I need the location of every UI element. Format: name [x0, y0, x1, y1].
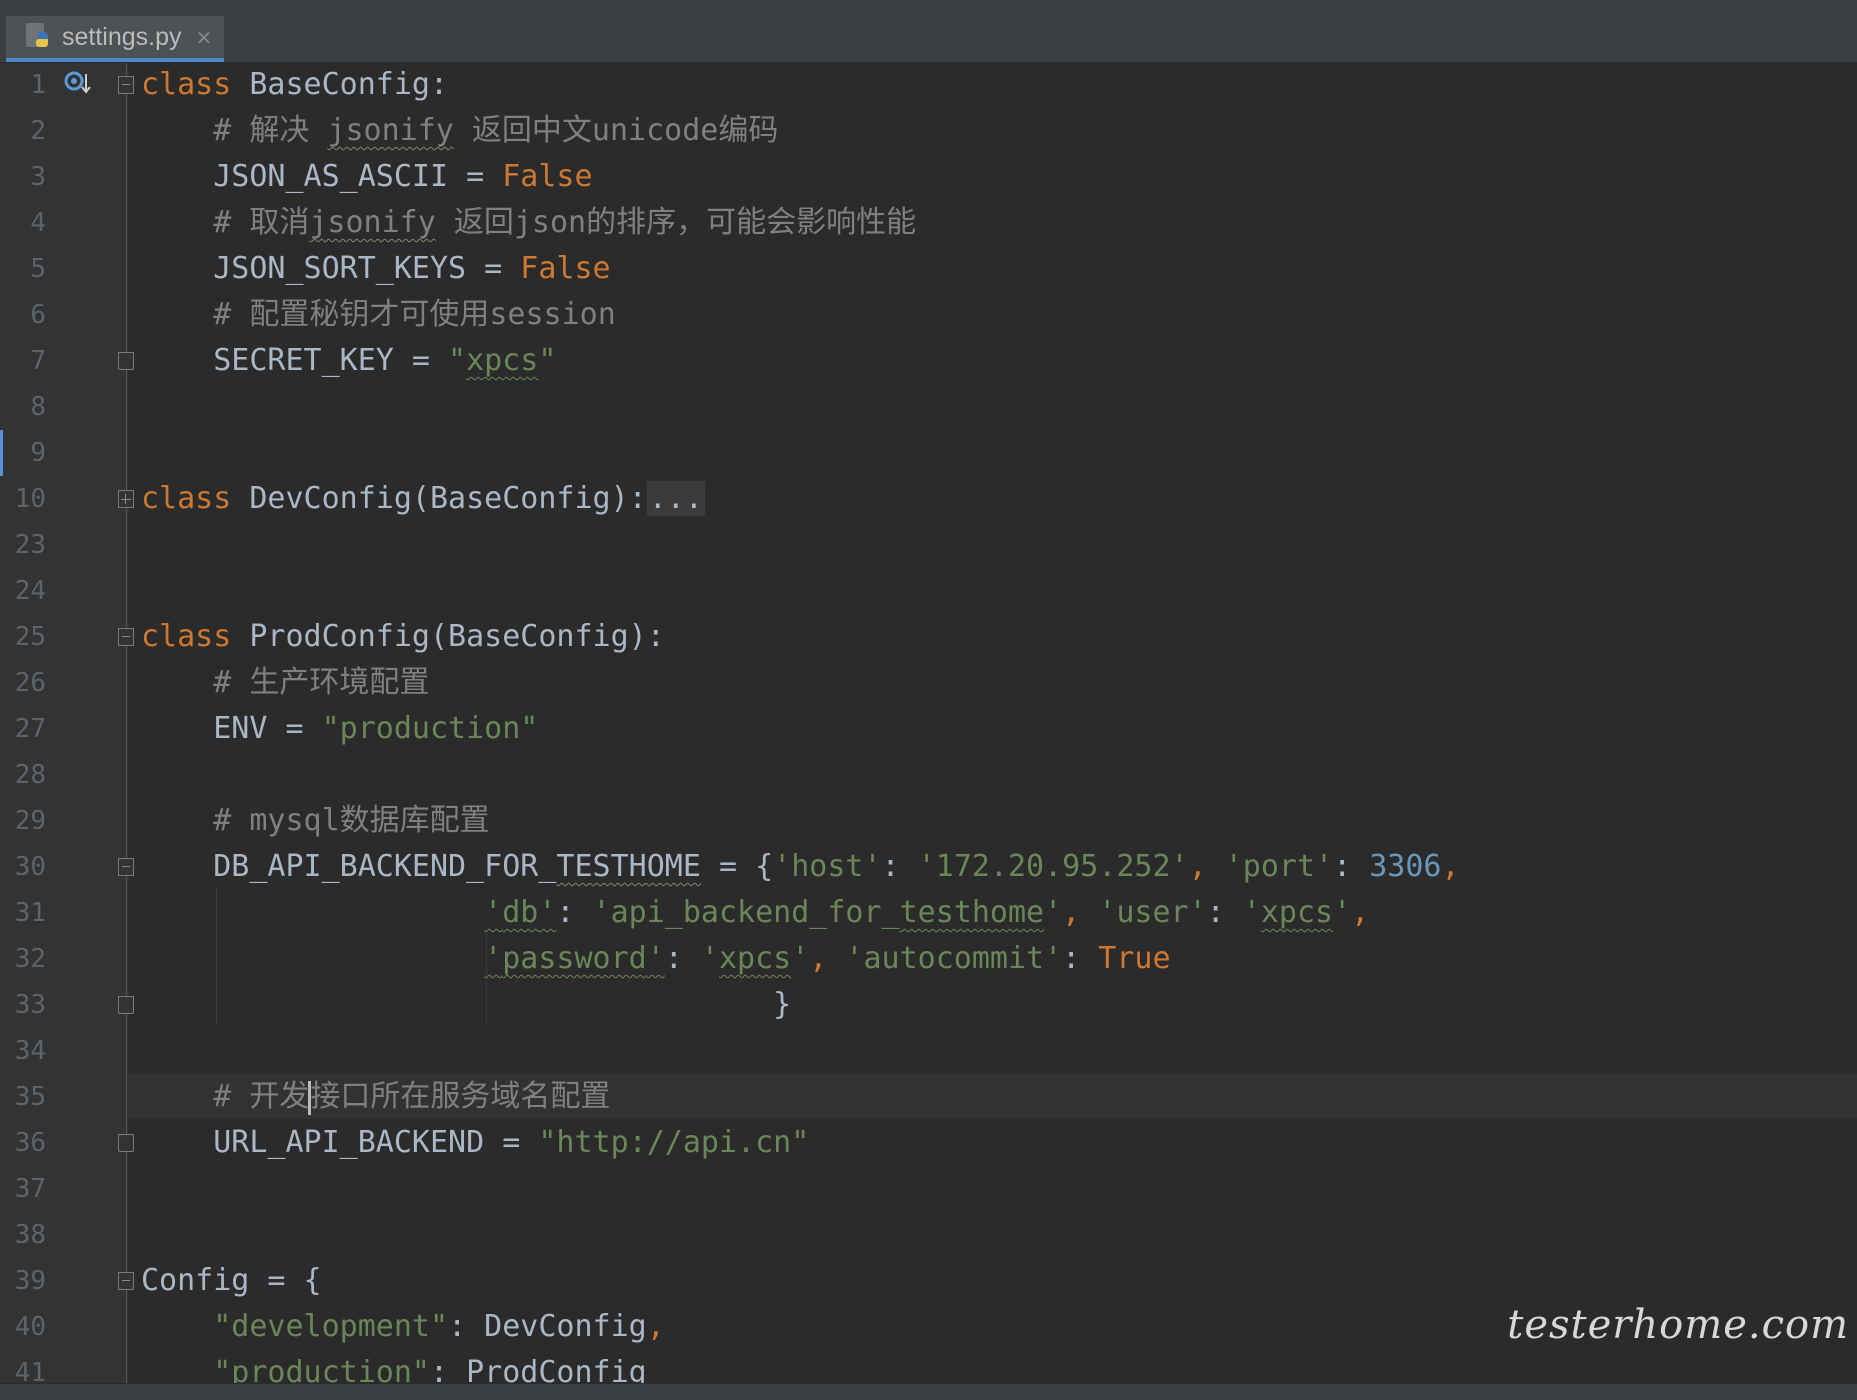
fold-end-icon[interactable] [118, 352, 134, 370]
line-number: 10 [14, 484, 46, 514]
line-number: 33 [14, 990, 46, 1020]
code-line: 23 [0, 522, 1857, 568]
code-line: 31 'db': 'api_backend_for_testhome', 'us… [0, 890, 1857, 936]
code-text: SECRET_KEY = "xpcs" [141, 343, 557, 378]
line-number: 31 [14, 898, 46, 928]
line-number: 35 [14, 1082, 46, 1112]
code-line: 3 JSON_AS_ASCII = False [0, 154, 1857, 200]
line-number: 3 [30, 162, 46, 192]
code-text: class BaseConfig: [141, 67, 449, 102]
code-line: 29 # mysql数据库配置 [0, 798, 1857, 844]
code-line: 39 Config = { [0, 1258, 1857, 1304]
code-text: 'db': 'api_backend_for_testhome', 'user'… [484, 895, 1370, 930]
code-line: 30 DB_API_BACKEND_FOR_TESTHOME = {'host'… [0, 844, 1857, 890]
code-line: 33 } [0, 982, 1857, 1028]
comment: # mysql数据库配置 [141, 803, 490, 838]
code-text: DB_API_BACKEND_FOR_TESTHOME = {'host': '… [141, 849, 1460, 884]
line-number: 8 [30, 392, 46, 422]
code-text: Config = { [141, 1263, 322, 1298]
code-line: 37 [0, 1166, 1857, 1212]
code-text: "development": DevConfig, [213, 1309, 665, 1344]
code-text: "production": ProdConfig [213, 1355, 647, 1383]
code-text: ENV = "production" [141, 711, 539, 746]
line-number: 39 [14, 1266, 46, 1296]
fold-toggle-icon[interactable] [118, 76, 134, 94]
line-number: 27 [14, 714, 46, 744]
line-number: 7 [30, 346, 46, 376]
override-method-icon[interactable] [64, 70, 92, 100]
code-line: 7 SECRET_KEY = "xpcs" [0, 338, 1857, 384]
code-text: 'password': 'xpcs', 'autocommit': True [484, 941, 1171, 976]
fold-end-icon[interactable] [118, 996, 134, 1014]
line-number: 6 [30, 300, 46, 330]
line-number: 34 [14, 1036, 46, 1066]
comment: # 开发接口所在服务域名配置 [141, 1079, 611, 1115]
line-number: 24 [14, 576, 46, 606]
close-icon[interactable]: × [196, 25, 213, 49]
expand-fold-icon[interactable] [118, 490, 134, 508]
code-line: 25 class ProdConfig(BaseConfig): [0, 614, 1857, 660]
code-line: 24 [0, 568, 1857, 614]
folded-region[interactable]: ... [646, 481, 705, 516]
line-number: 36 [14, 1128, 46, 1158]
code-text: JSON_AS_ASCII = False [141, 159, 593, 194]
code-line: 8 [0, 384, 1857, 430]
fold-toggle-icon[interactable] [118, 858, 134, 876]
code-text: } [141, 987, 792, 1022]
code-line: 1 class BaseConfig: [0, 62, 1857, 108]
comment: # 生产环境配置 [141, 665, 430, 700]
line-number: 37 [14, 1174, 46, 1204]
line-number: 1 [30, 70, 46, 100]
python-file-icon [24, 22, 54, 52]
fold-toggle-icon[interactable] [118, 628, 134, 646]
line-number: 4 [30, 208, 46, 238]
bottom-strip [0, 1383, 1857, 1400]
tab-settings-py[interactable]: settings.py × [6, 16, 224, 62]
code-line: 27 ENV = "production" [0, 706, 1857, 752]
line-number: 40 [14, 1312, 46, 1342]
line-number: 2 [30, 116, 46, 146]
code-line: 36 URL_API_BACKEND = "http://api.cn" [0, 1120, 1857, 1166]
fold-end-icon[interactable] [118, 1134, 134, 1152]
line-number: 26 [14, 668, 46, 698]
comment: # 解决 jsonify 返回中文unicode编码 [141, 113, 779, 148]
code-line: 4 # 取消jsonify 返回json的排序，可能会影响性能 [0, 200, 1857, 246]
line-number: 5 [30, 254, 46, 284]
code-line: 6 # 配置秘钥才可使用session [0, 292, 1857, 338]
code-line: 5 JSON_SORT_KEYS = False [0, 246, 1857, 292]
code-text: URL_API_BACKEND = "http://api.cn" [141, 1125, 810, 1160]
code-line: 9 [0, 430, 1857, 476]
code-line: 35 # 开发接口所在服务域名配置 [0, 1074, 1857, 1120]
code-line: 28 [0, 752, 1857, 798]
code-line: 38 [0, 1212, 1857, 1258]
tab-label: settings.py [62, 22, 182, 51]
editor-tab-bar: settings.py × [0, 12, 1857, 63]
code-line: 2 # 解决 jsonify 返回中文unicode编码 [0, 108, 1857, 154]
code-line: 26 # 生产环境配置 [0, 660, 1857, 706]
line-number: 23 [14, 530, 46, 560]
line-number: 32 [14, 944, 46, 974]
line-number: 38 [14, 1220, 46, 1250]
line-number: 41 [14, 1358, 46, 1383]
code-text: class DevConfig(BaseConfig):... [141, 481, 705, 516]
line-number: 25 [14, 622, 46, 652]
code-line: 10 class DevConfig(BaseConfig):... [0, 476, 1857, 522]
line-number: 9 [30, 438, 46, 468]
comment: # 取消jsonify 返回json的排序，可能会影响性能 [141, 205, 917, 240]
code-text: class ProdConfig(BaseConfig): [141, 619, 665, 654]
code-line: 41 "production": ProdConfig [0, 1350, 1857, 1383]
code-line: 32 'password': 'xpcs', 'autocommit': Tru… [0, 936, 1857, 982]
comment: # 配置秘钥才可使用session [141, 297, 616, 332]
code-text: JSON_SORT_KEYS = False [141, 251, 611, 286]
line-number: 29 [14, 806, 46, 836]
watermark: testerhome.com [1507, 1302, 1849, 1348]
fold-toggle-icon[interactable] [118, 1272, 134, 1290]
line-number: 30 [14, 852, 46, 882]
line-number: 28 [14, 760, 46, 790]
code-line: 34 [0, 1028, 1857, 1074]
